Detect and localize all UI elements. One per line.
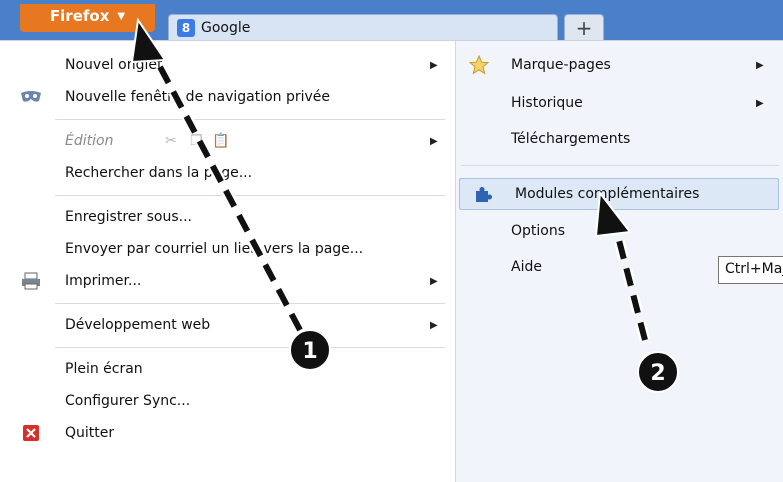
submenu-arrow-icon: ▶ xyxy=(430,319,438,331)
submenu-arrow-icon: ▶ xyxy=(430,59,438,71)
menu-item-label: Nouvelle fenêtre de navigation privée xyxy=(65,89,331,105)
submenu-arrow-icon: ▶ xyxy=(756,59,764,71)
firefox-menu-button[interactable]: Firefox ▼ xyxy=(20,4,155,32)
menu-item-bookmarks[interactable]: Marque-pages ▶ xyxy=(456,49,783,81)
menu-item-edit[interactable]: Édition ✂ ❐ 📋 ▶ xyxy=(0,125,455,157)
menu-item-label: Aide xyxy=(511,259,542,275)
menu-item-find[interactable]: Rechercher dans la page... xyxy=(0,157,455,189)
menu-item-label: Options xyxy=(511,223,566,239)
private-mask-icon xyxy=(20,86,42,108)
menu-item-label: Historique xyxy=(511,95,583,111)
tab-google[interactable]: 8 Google xyxy=(168,14,558,40)
menu-separator xyxy=(461,165,779,166)
menu-item-downloads[interactable]: Téléchargements xyxy=(456,123,783,155)
title-bar: Firefox ▼ 8 Google + xyxy=(0,0,783,40)
cut-icon: ✂ xyxy=(165,133,177,149)
submenu-arrow-icon: ▶ xyxy=(430,135,438,147)
menu-item-label: Plein écran xyxy=(65,361,143,377)
firefox-button-label: Firefox xyxy=(49,7,110,25)
menu-item-label: Développement web xyxy=(65,317,211,333)
menu-item-history[interactable]: Historique ▶ xyxy=(456,87,783,119)
menu-item-label: Envoyer par courriel un lien vers la pag… xyxy=(65,241,364,257)
menu-item-label: Rechercher dans la page... xyxy=(65,165,253,181)
chevron-down-icon: ▼ xyxy=(117,10,126,22)
menu-separator xyxy=(55,195,445,196)
printer-icon xyxy=(20,270,42,292)
submenu-arrow-icon: ▶ xyxy=(756,97,764,109)
menu-separator xyxy=(55,303,445,304)
quit-icon xyxy=(20,422,42,444)
menu-item-private-window[interactable]: Nouvelle fenêtre de navigation privée xyxy=(0,81,455,113)
menu-item-label: Imprimer... xyxy=(65,273,142,289)
google-icon: 8 xyxy=(177,18,195,37)
menu-item-label: Marque-pages xyxy=(511,57,611,73)
plus-icon: + xyxy=(575,15,593,40)
menu-item-print[interactable]: Imprimer... ▶ xyxy=(0,265,455,297)
menu-separator xyxy=(55,119,445,120)
shortcut-tooltip: Ctrl+Maj+A xyxy=(718,256,783,284)
menu-item-label: Configurer Sync... xyxy=(65,393,191,409)
paste-icon: 📋 xyxy=(212,133,230,149)
menu-separator xyxy=(55,347,445,348)
star-icon xyxy=(468,54,490,76)
menu-item-save-as[interactable]: Enregistrer sous... xyxy=(0,201,455,233)
menu-item-quit[interactable]: Quitter xyxy=(0,417,455,449)
new-tab-button[interactable]: + xyxy=(564,14,604,40)
menu-item-email-link[interactable]: Envoyer par courriel un lien vers la pag… xyxy=(0,233,455,265)
menu-item-label: Nouvel onglet xyxy=(65,57,163,73)
submenu-arrow-icon: ▶ xyxy=(430,275,438,287)
menu-item-configure-sync[interactable]: Configurer Sync... xyxy=(0,385,455,417)
tab-label: Google xyxy=(201,19,251,36)
menu-item-label: Téléchargements xyxy=(511,131,631,147)
menu-item-new-tab[interactable]: Nouvel onglet ▶ xyxy=(0,49,455,81)
menu-item-label: Enregistrer sous... xyxy=(65,209,192,225)
menu-item-label: Édition xyxy=(65,133,114,149)
menu-item-label: Modules complémentaires xyxy=(515,186,700,202)
menu-item-options[interactable]: Options xyxy=(456,215,783,247)
menu-item-fullscreen[interactable]: Plein écran xyxy=(0,353,455,385)
menu-item-addons[interactable]: Modules complémentaires xyxy=(459,178,779,210)
menu-item-label: Quitter xyxy=(65,425,115,441)
puzzle-piece-icon xyxy=(472,183,494,205)
menu-item-web-developer[interactable]: Développement web ▶ xyxy=(0,309,455,341)
menu-left-column: Nouvel onglet ▶ Nouvelle fenêtre de navi… xyxy=(0,41,455,482)
firefox-app-menu: Nouvel onglet ▶ Nouvelle fenêtre de navi… xyxy=(0,40,783,482)
copy-icon: ❐ xyxy=(190,133,203,149)
